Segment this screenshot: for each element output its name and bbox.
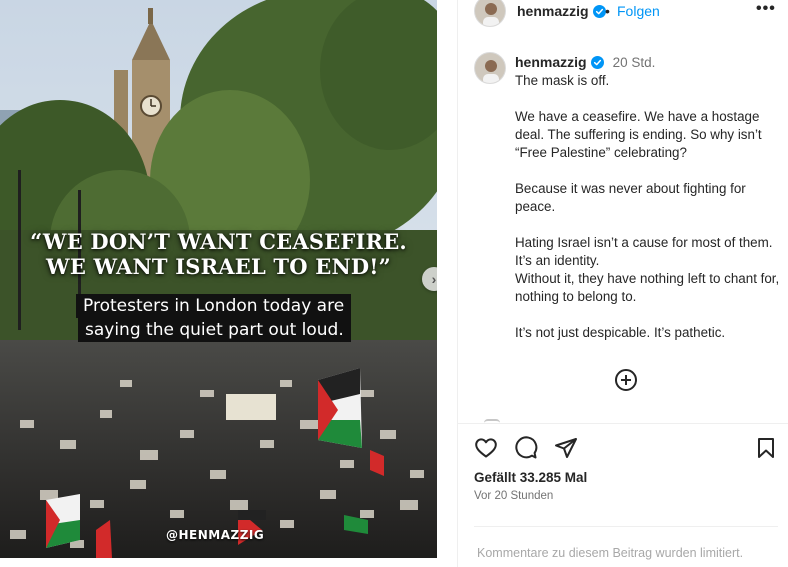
comment-icon[interactable] — [514, 436, 538, 460]
caption-username[interactable]: henmazzig — [515, 54, 587, 70]
header-username[interactable]: henmazzig — [517, 3, 606, 19]
divider — [458, 423, 788, 424]
follow-button[interactable]: Folgen — [617, 3, 660, 19]
verified-badge-icon — [592, 4, 606, 18]
comments-limited-notice: Kommentare zu diesem Beitrag wurden limi… — [477, 546, 744, 560]
send-icon[interactable] — [554, 436, 578, 460]
watermark: @HENMAZZIG — [166, 528, 265, 542]
username-text[interactable]: henmazzig — [517, 3, 589, 19]
post-details-panel: henmazzig • Folgen ••• henmazzig 20 Std.… — [457, 0, 788, 567]
avatar[interactable] — [474, 0, 506, 27]
divider — [474, 526, 778, 527]
protest-photo — [0, 0, 437, 558]
quote-line-2: WE WANT ISRAEL TO END!” — [46, 254, 391, 279]
chevron-right-icon: › — [431, 271, 437, 287]
caption-paragraph: Because it was never about fighting for … — [515, 181, 746, 214]
caption-header: henmazzig 20 Std. — [515, 54, 655, 70]
like-count[interactable]: Gefällt 33.285 Mal — [474, 470, 587, 485]
caption-avatar[interactable] — [474, 52, 506, 84]
separator-dot: • — [605, 3, 610, 19]
post-date[interactable]: Vor 20 Stunden — [474, 490, 553, 502]
verified-badge-icon — [590, 55, 604, 69]
image-caption-line-2: saying the quiet part out loud. — [78, 318, 351, 342]
caption-paragraph: It’s not just despicable. It’s pathetic. — [515, 325, 726, 340]
caption-paragraph: We have a ceasefire. We have a hostage d… — [515, 109, 762, 160]
more-options-icon[interactable]: ••• — [756, 0, 776, 18]
heart-icon[interactable] — [474, 436, 498, 460]
quote-line-1: “WE DON’T WANT CEASEFIRE. — [30, 229, 407, 254]
profile-photo — [475, 0, 505, 26]
post-image[interactable]: “WE DON’T WANT CEASEFIRE. WE WANT ISRAEL… — [0, 0, 437, 558]
profile-photo — [475, 53, 505, 83]
image-caption-line-1: Protesters in London today are — [76, 294, 352, 318]
action-bar — [474, 436, 578, 460]
caption-paragraph: The mask is off. — [515, 73, 610, 88]
plus-circle-icon — [621, 375, 631, 385]
bookmark-icon[interactable] — [754, 436, 778, 460]
load-more-comments-button[interactable] — [615, 369, 637, 391]
caption-text: The mask is off. We have a ceasefire. We… — [515, 72, 780, 342]
caption-paragraph: Hating Israel isn’t a cause for most of … — [515, 235, 780, 304]
caption-timestamp[interactable]: 20 Std. — [613, 55, 656, 70]
